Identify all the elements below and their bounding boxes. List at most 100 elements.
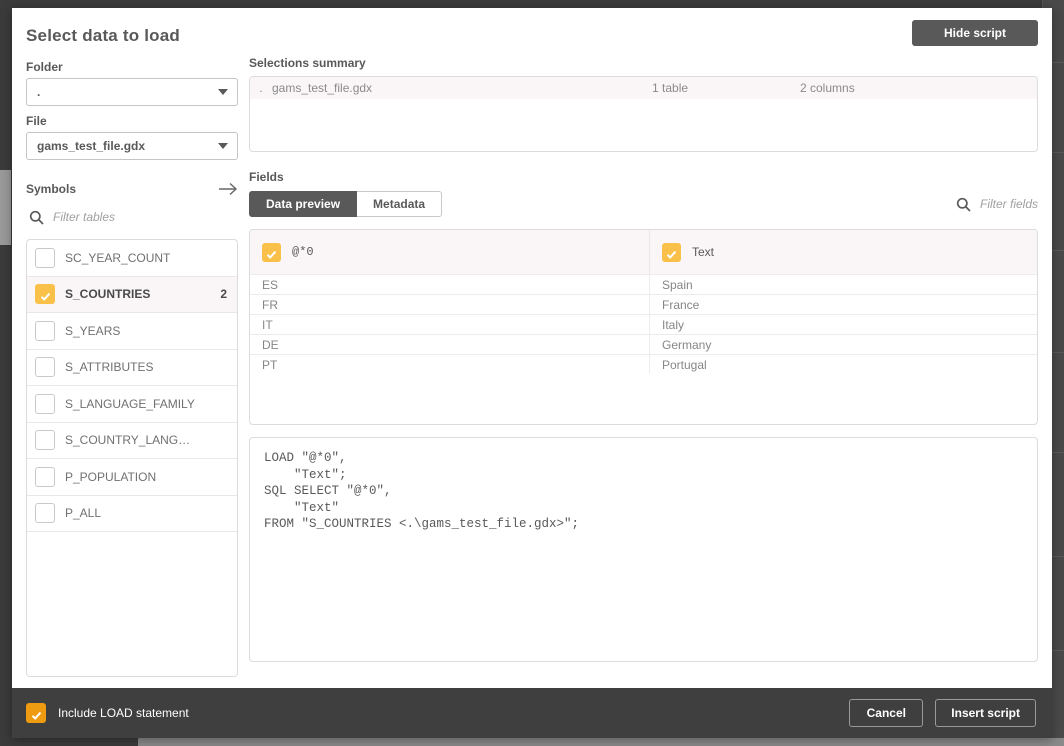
footer-buttons: Cancel Insert script [849,699,1036,727]
data-preview-column-header[interactable]: Text [650,230,1037,274]
selections-summary-box: . gams_test_file.gdx 1 table 2 columns [249,76,1038,152]
file-select-value: gams_test_file.gdx [37,139,146,153]
symbol-name: P_ALL [65,506,102,521]
insert-script-button[interactable]: Insert script [935,699,1036,727]
data-preview-column-header[interactable]: @*0 [250,230,650,274]
symbol-checkbox[interactable] [35,503,55,524]
table-cell: Germany [662,337,712,352]
table-row: PT Portugal [250,354,1037,374]
check-icon [666,247,677,259]
include-load-statement-checkbox[interactable]: Include LOAD statement [26,703,189,723]
table-cell: IT [250,315,650,334]
data-preview-rows: ES Spain FR France IT Italy DE Germany PT Portuga… [250,274,1037,374]
right-column: Selections summary . gams_test_file.gdx … [249,56,1038,688]
chevron-down-icon [218,89,228,95]
symbols-label: Symbols [26,182,77,196]
filter-tables-input[interactable]: Filter tables [26,204,238,230]
symbol-checkbox[interactable] [35,466,55,487]
folder-label: Folder [26,60,63,74]
backdrop-left-tab [0,170,11,245]
horizontal-scrollbar[interactable] [0,738,1064,746]
symbol-checkbox[interactable] [35,284,55,305]
table-cell: PT [250,355,650,374]
table-cell: France [662,297,700,312]
symbol-name: S_COUNTRIES [65,287,151,302]
table-cell: DE [250,335,650,354]
symbols-list[interactable]: SC_YEAR_COUNT S_COUNTRIES 2 S_YEARS S_ATTRIB… [26,239,238,677]
symbol-row[interactable]: P_POPULATION [27,459,237,496]
column-checkbox[interactable] [662,242,681,262]
column-name: @*0 [292,245,314,259]
file-label: File [26,114,47,128]
dialog-footer: Include LOAD statement Cancel Insert scr… [12,688,1052,738]
dialog-body: Select data to load Hide script Folder .… [12,8,1052,688]
table-cell: Portugal [662,357,707,372]
table-cell: Spain [662,277,693,292]
tab-data-preview[interactable]: Data preview [249,191,358,217]
symbol-row[interactable]: S_YEARS [27,313,237,350]
file-select[interactable]: gams_test_file.gdx [26,132,238,160]
symbol-row[interactable]: S_LANGUAGE_FAMILY [27,386,237,423]
symbols-header: Symbols [26,182,238,196]
backdrop-left-strip [0,0,12,746]
symbol-row[interactable]: S_ATTRIBUTES [27,350,237,386]
column-name: Text [692,245,715,259]
data-preview-header: @*0 Text [250,230,1037,274]
summary-folder: . [259,81,263,95]
hide-script-button[interactable]: Hide script [912,20,1038,46]
search-icon [29,210,44,225]
table-cell: Italy [662,317,685,332]
symbol-row[interactable]: S_COUNTRY_LANG… [27,423,237,459]
selections-summary-row[interactable]: . gams_test_file.gdx 1 table 2 columns [250,77,1037,99]
check-icon [40,289,51,301]
column-checkbox[interactable] [262,242,281,262]
filter-tables-placeholder: Filter tables [53,210,116,224]
chevron-down-icon [218,143,228,149]
symbol-name: S_LANGUAGE_FAMILY [65,396,195,411]
fields-toolbar: Data preview Metadata Filter fields [249,191,1038,217]
symbol-checkbox[interactable] [35,393,55,414]
check-icon [31,708,42,720]
symbol-field-count: 2 [220,287,227,302]
arrow-right-icon[interactable] [218,182,238,196]
symbol-name: S_YEARS [65,323,121,338]
horizontal-scrollbar-thumb[interactable] [0,738,138,746]
script-preview-box[interactable]: LOAD "@*0", "Text"; SQL SELECT "@*0", "T… [249,437,1038,662]
table-row: DE Germany [250,334,1037,354]
symbol-row[interactable]: SC_YEAR_COUNT [27,240,237,277]
filter-fields-placeholder: Filter fields [979,197,1038,211]
symbol-row[interactable]: P_ALL [27,496,237,532]
table-row: IT Italy [250,314,1037,334]
table-row: ES Spain [250,274,1037,294]
symbol-name: S_COUNTRY_LANG… [65,433,191,448]
symbol-row[interactable]: S_COUNTRIES 2 [27,276,237,313]
fields-tabs: Data preview Metadata [249,191,443,217]
symbol-checkbox[interactable] [35,320,55,341]
data-preview-table: @*0 Text ES Spain FR France IT Italy DE Germany P… [249,229,1038,425]
summary-file: gams_test_file.gdx [272,81,373,95]
selections-summary-label: Selections summary [249,56,366,70]
symbol-name: P_POPULATION [65,469,157,484]
symbol-checkbox[interactable] [35,247,55,268]
dialog-columns: Folder . File gams_test_file.gdx Symbols [26,56,1038,688]
checkbox-box [26,703,46,723]
symbol-checkbox[interactable] [35,357,55,378]
page-title: Select data to load [26,26,181,45]
table-cell: ES [250,275,650,294]
cancel-button[interactable]: Cancel [849,699,924,727]
table-cell: FR [250,295,650,314]
symbol-name: SC_YEAR_COUNT [65,250,171,265]
table-row: FR France [250,294,1037,314]
folder-select-value: . [37,85,41,99]
left-column: Folder . File gams_test_file.gdx Symbols [26,56,238,688]
symbol-name: S_ATTRIBUTES [65,360,154,375]
select-data-dialog: Select data to load Hide script Folder .… [12,8,1052,738]
check-icon [266,247,277,259]
tab-metadata[interactable]: Metadata [357,191,443,217]
summary-columns: 2 columns [800,81,855,95]
folder-select[interactable]: . [26,78,238,106]
symbol-checkbox[interactable] [35,430,55,451]
include-load-statement-label: Include LOAD statement [58,706,189,720]
fields-label: Fields [249,170,284,184]
filter-fields-input[interactable]: Filter fields [953,191,1038,217]
